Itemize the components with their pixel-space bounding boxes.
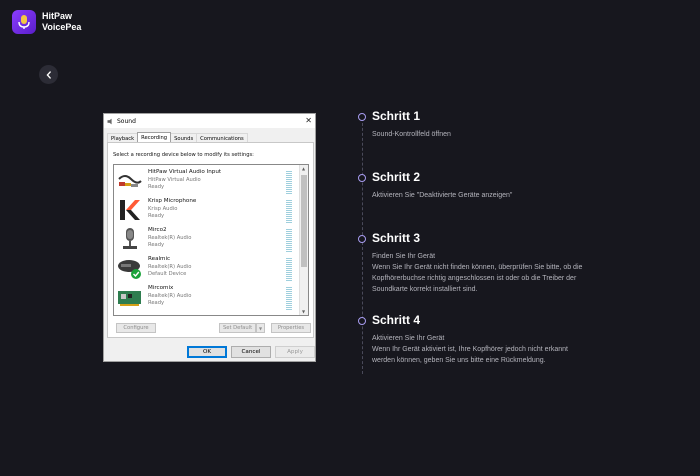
brand-name-line2: VoicePea [42,22,82,32]
set-default-dropdown[interactable]: ▼ [256,323,265,333]
list-item[interactable]: Mirco2 Realtek(R) Audio Ready [114,225,296,254]
chevron-left-icon [46,70,51,79]
apply-button[interactable]: Apply [275,346,315,358]
dialog-title: Sound [117,117,136,125]
properties-button[interactable]: Properties [271,323,311,333]
scroll-down-icon[interactable]: ▼ [302,309,305,314]
step-title: Schritt 4 [372,313,421,327]
device-driver: Realtek(R) Audio [148,235,192,241]
microphone-icon [117,227,143,251]
scroll-up-icon[interactable]: ▲ [302,166,305,171]
list-item[interactable]: Mircomix Realtek(R) Audio Ready [114,283,296,312]
list-item[interactable]: Krisp Microphone Krisp Audio Ready [114,196,296,225]
back-button[interactable] [39,65,58,84]
level-meter [286,287,292,311]
device-driver: Krisp Audio [148,206,178,212]
device-status: Ready [148,184,165,190]
sound-dialog: Sound ✕ Playback Recording Sounds Commun… [103,113,316,362]
device-name: Mirco2 [148,227,167,233]
configure-button[interactable]: Configure [116,323,156,333]
krisp-logo-icon [117,198,143,222]
device-driver: Realtek(R) Audio [148,293,192,299]
close-icon[interactable]: ✕ [305,116,312,125]
scrollbar-thumb[interactable] [301,175,307,267]
level-meter [286,258,292,282]
ok-button[interactable]: OK [187,346,227,358]
step-dot-icon [358,317,366,325]
step-description: Sound-Kontrollfeld öffnen [372,131,451,138]
device-list: HitPaw Virtual Audio Input HitPaw Virtua… [113,164,309,316]
device-name: Krisp Microphone [148,198,197,204]
headset-mic-default-icon [117,256,143,280]
device-status: Ready [148,300,165,306]
device-driver: Realtek(R) Audio [148,264,192,270]
brand-name-line1: HitPaw [42,11,73,21]
step-title: Schritt 3 [372,231,421,245]
recording-panel: Select a recording device below to modif… [107,142,314,338]
step-dot-icon [358,235,366,243]
level-meter [286,229,292,253]
speaker-icon [107,118,112,124]
step-description: Aktivieren Sie Ihr Gerät Wenn Ihr Gerät … [372,335,568,364]
step-dot-icon [358,174,366,182]
device-status: Ready [148,213,165,219]
device-status: Default Device [148,271,187,277]
app-brand: HitPaw VoicePea [12,10,81,34]
instruction-text: Select a recording device below to modif… [113,152,254,158]
sound-card-icon [117,285,143,309]
set-default-button[interactable]: Set Default [219,323,256,333]
list-item[interactable]: HitPaw Virtual Audio Input HitPaw Virtua… [114,167,296,196]
list-item[interactable]: Realmic Realtek(R) Audio Default Device [114,254,296,283]
timeline-line [362,118,363,374]
step-dot-icon [358,113,366,121]
device-name: Realmic [148,256,171,262]
chevron-down-icon: ▼ [258,325,263,331]
device-driver: HitPaw Virtual Audio [148,177,201,183]
device-name: HitPaw Virtual Audio Input [148,169,222,175]
audio-cable-icon [117,169,143,193]
step-description: Finden Sie Ihr Gerät Wenn Sie Ihr Gerät … [372,253,583,293]
level-meter [286,171,292,195]
level-meter [286,200,292,224]
device-name: Mircomix [148,285,174,291]
step-description: Aktivieren Sie "Deaktivierte Geräte anze… [372,192,513,199]
step-title: Schritt 1 [372,109,421,123]
hitpaw-logo-icon [12,10,36,34]
device-status: Ready [148,242,165,248]
list-scrollbar[interactable]: ▲ ▼ [299,165,308,315]
step-title: Schritt 2 [372,170,421,184]
cancel-button[interactable]: Cancel [231,346,271,358]
dialog-titlebar: Sound [104,114,315,128]
